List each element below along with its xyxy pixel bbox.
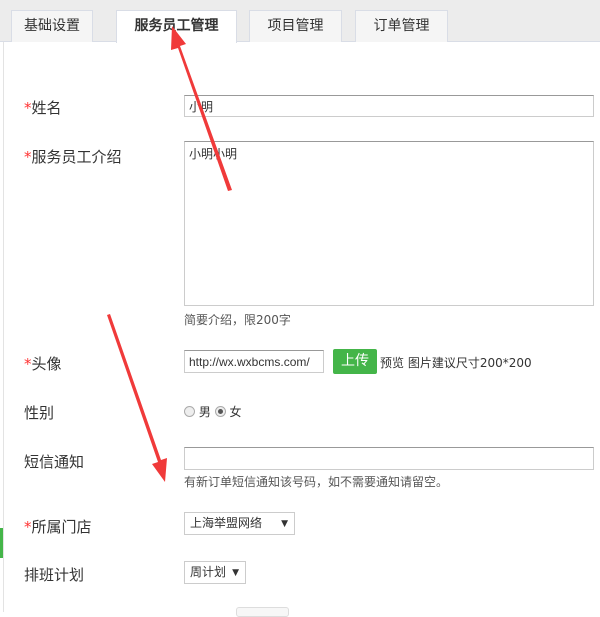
chevron-down-icon: ▼ [232, 568, 239, 578]
tab-staff-management[interactable]: 服务员工管理 [116, 10, 237, 43]
arrow-annotation-down [107, 314, 167, 482]
submit-button[interactable] [236, 607, 289, 617]
sms-label: 短信通知 [24, 453, 85, 471]
gender-radio-female[interactable] [214, 406, 226, 417]
schedule-select[interactable]: 周计划 ▼ [184, 561, 246, 584]
intro-hint: 简要介绍，限200字 [184, 313, 291, 327]
name-label: *姓名 [24, 99, 62, 117]
store-label: *所属门店 [24, 518, 92, 536]
upload-button[interactable]: 上传 [333, 349, 377, 374]
schedule-label: 排班计划 [24, 566, 85, 584]
preview-link[interactable]: 预览 [380, 356, 404, 370]
store-select[interactable]: 上海举盟网络 ▼ [184, 512, 295, 535]
gender-radio-group: 男 女 [184, 403, 242, 420]
name-input[interactable] [184, 95, 594, 117]
gender-radio-male[interactable] [184, 406, 195, 417]
sidebar-active-marker [0, 528, 3, 558]
intro-label: *服务员工介绍 [24, 148, 122, 166]
sms-hint: 有新订单短信通知该号码，如不需要通知请留空。 [184, 475, 449, 489]
tab-basic-settings[interactable]: 基础设置 [11, 10, 93, 42]
tab-project-management[interactable]: 项目管理 [249, 10, 342, 42]
chevron-down-icon: ▼ [281, 519, 288, 529]
sms-phone-input[interactable] [184, 447, 594, 470]
tab-order-management[interactable]: 订单管理 [355, 10, 448, 42]
intro-textarea[interactable]: 小明小明 [184, 141, 594, 306]
gender-label: 性别 [24, 404, 55, 422]
avatar-hint: 图片建议尺寸200*200 [407, 356, 532, 370]
divider [3, 42, 4, 612]
avatar-url-input[interactable] [184, 350, 324, 373]
avatar-label: *头像 [24, 355, 62, 373]
